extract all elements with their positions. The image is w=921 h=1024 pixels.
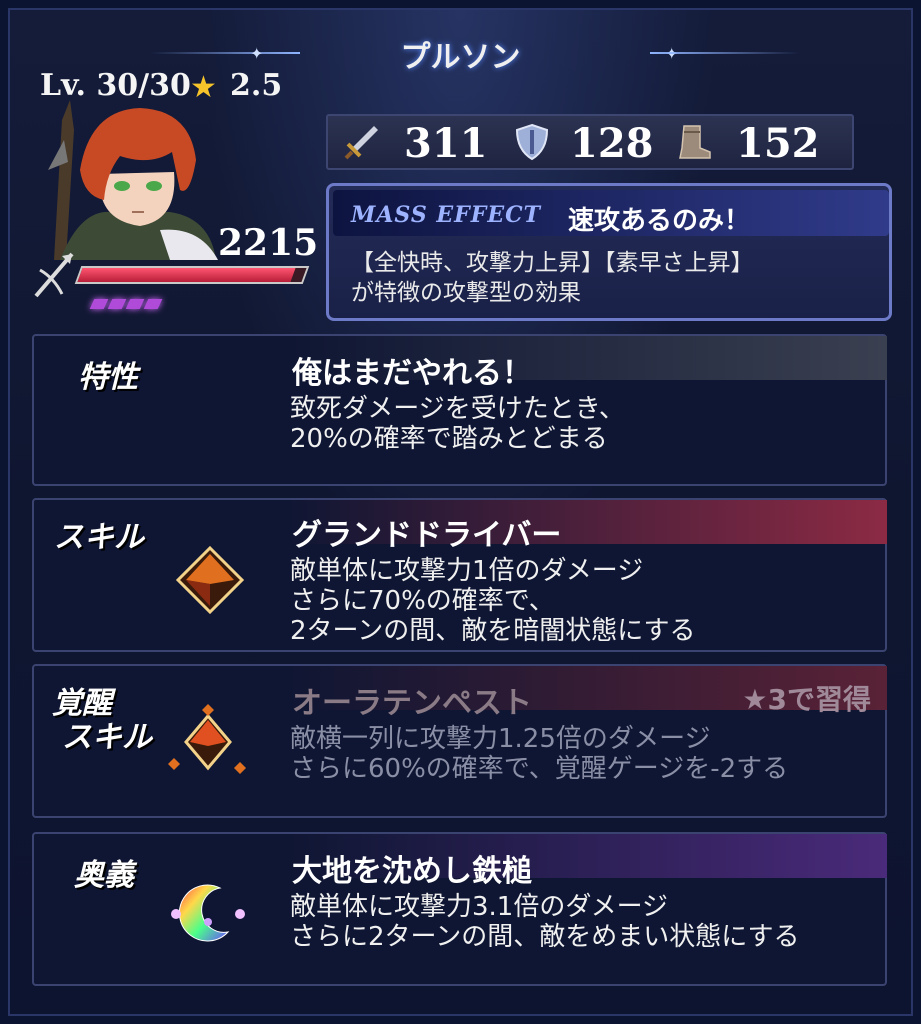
mass-effect-label: MASS EFFECT — [351, 202, 542, 228]
trait-desc-line: 致死ダメージを受けたとき、 — [290, 394, 625, 424]
ougi-panel: 奥義 大地を沈めし鉄槌 敵単体に攻撃力3.1倍のダメージ さらに2ターンの間、敵… — [32, 832, 887, 986]
shield-icon — [515, 123, 549, 161]
level-text: Lv. 30/30 — [40, 68, 191, 103]
skill-gem-icon — [175, 545, 245, 615]
hp-bar-fill — [77, 268, 296, 282]
charge-pip — [89, 299, 109, 309]
ougi-desc-line: さらに2ターンの間、敵をめまい状態にする — [290, 922, 800, 952]
trait-panel: 特性 俺はまだやれる！ 致死ダメージを受けたとき、 20%の確率で踏みとどまる — [32, 334, 887, 486]
mass-effect-name: 速攻あるのみ！ — [568, 206, 751, 236]
ougi-moon-icon — [171, 884, 245, 942]
speed-value: 152 — [736, 120, 820, 167]
awaken-description: 敵横一列に攻撃力1.25倍のダメージ さらに60%の確率で、覚醒ゲージを-2する — [290, 724, 788, 784]
awaken-requirement: ★3で習得 — [742, 683, 871, 716]
skill-desc-line: さらに70%の確率で、 — [290, 586, 555, 616]
awaken-desc-line: 敵横一列に攻撃力1.25倍のダメージ — [290, 724, 711, 754]
title-decoration-right — [650, 52, 800, 54]
mass-effect-desc-line: 【全快時、攻撃力上昇】【素早さ上昇】 — [351, 250, 754, 276]
rarity-value: 2.5 — [230, 68, 283, 103]
trait-desc-line: 20%の確率で踏みとどまる — [290, 424, 608, 454]
ougi-desc-line: 敵単体に攻撃力3.1倍のダメージ — [290, 892, 669, 922]
hp-value: 2215 — [218, 222, 319, 264]
hp-bar — [74, 266, 310, 284]
skill-desc-line: 2ターンの間、敵を暗闇状態にする — [290, 616, 696, 646]
attack-value: 311 — [404, 120, 488, 167]
mass-effect-panel: MASS EFFECT 速攻あるのみ！ 【全快時、攻撃力上昇】【素早さ上昇】 が… — [326, 183, 892, 321]
skill-label: スキル — [54, 520, 144, 555]
charge-pip — [107, 299, 127, 309]
awaken-label-sub: スキル — [62, 720, 152, 755]
boot-icon — [679, 125, 711, 159]
trait-description: 致死ダメージを受けたとき、 20%の確率で踏みとどまる — [290, 394, 625, 454]
awaken-desc-line: さらに60%の確率で、覚醒ゲージを-2する — [290, 754, 789, 784]
mass-effect-description: 【全快時、攻撃力上昇】【素早さ上昇】 が特徴の攻撃型の効果 — [351, 248, 754, 308]
charge-pip — [125, 299, 145, 309]
defense-value: 128 — [570, 120, 654, 167]
ougi-label: 奥義 — [74, 858, 134, 893]
skill-panel: スキル グランドドライバー 敵単体に攻撃力1倍のダメージ さらに70%の確率で、… — [32, 498, 887, 652]
mass-effect-header: MASS EFFECT 速攻あるのみ！ — [333, 190, 889, 236]
awaken-skill-panel: 覚醒 スキル オーラテンペスト ★3で習得 敵横一列に攻撃力1.25倍のダメージ… — [32, 664, 887, 818]
ougi-name: 大地を沈めし鉄槌 — [292, 854, 532, 889]
trait-label: 特性 — [78, 360, 138, 395]
skill-charge-gauge — [89, 294, 164, 313]
character-portrait — [48, 100, 218, 260]
skill-desc-line: 敵単体に攻撃力1倍のダメージ — [290, 556, 644, 586]
skill-name: グランドドライバー — [292, 518, 562, 553]
trait-name: 俺はまだやれる！ — [292, 356, 532, 391]
ougi-description: 敵単体に攻撃力3.1倍のダメージ さらに2ターンの間、敵をめまい状態にする — [290, 892, 800, 952]
awaken-gem-icon — [168, 704, 246, 774]
stats-bar: 311 128 152 — [326, 114, 854, 170]
charge-pip — [143, 299, 163, 309]
archer-class-icon — [34, 252, 74, 298]
sword-icon — [344, 126, 378, 160]
awaken-label: 覚醒 — [52, 686, 112, 721]
skill-description: 敵単体に攻撃力1倍のダメージ さらに70%の確率で、 2ターンの間、敵を暗闇状態… — [290, 556, 696, 646]
mass-effect-desc-line: が特徴の攻撃型の効果 — [351, 280, 581, 306]
awaken-name: オーラテンペスト — [292, 686, 532, 721]
